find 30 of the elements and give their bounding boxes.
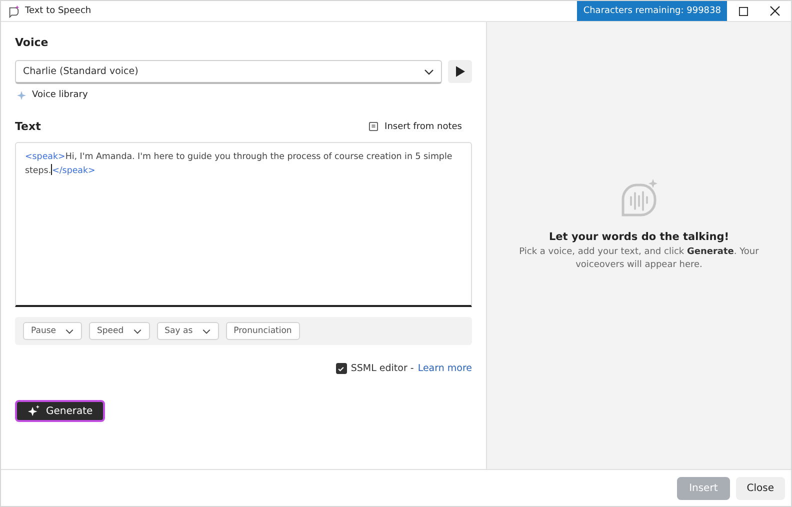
note-icon <box>368 122 378 131</box>
ssml-editor-label: SSML editor - <box>350 363 414 374</box>
voice-label: Voice <box>15 36 50 49</box>
chevron-down-icon <box>424 68 434 74</box>
toolbar-button[interactable]: Say as <box>156 322 219 340</box>
text-label: Text <box>15 120 41 133</box>
empty-state-text: Pick a voice, add your text, and click Generate. Your voiceovers will appear here. <box>518 246 760 272</box>
voice-dropdown[interactable]: Charlie (Standard voice) <box>15 60 442 84</box>
voice-bubble-icon <box>619 179 659 219</box>
generate-button[interactable]: Generate <box>15 400 105 422</box>
sparkle-icon <box>17 90 26 100</box>
characters-remaining-badge: Characters remaining: 999838 <box>577 1 727 21</box>
text-editor[interactable]: <speak>Hi, I'm Amanda. I'm here to guide you through the process of course creation in 5 simple steps.</speak> <box>15 142 472 307</box>
ssml-checkbox[interactable] <box>336 363 347 374</box>
voice-library-link[interactable]: Voice library <box>32 90 88 100</box>
window-title: Text to Speech <box>25 6 92 16</box>
toolbar-button[interactable]: Pause <box>23 322 82 340</box>
empty-state-title: Let your words do the talking! <box>548 231 730 243</box>
check-icon <box>337 364 346 372</box>
sparkle-icon <box>27 404 40 418</box>
close-icon <box>770 6 780 16</box>
maximize-icon <box>738 6 748 16</box>
footer-button[interactable]: Close <box>736 476 785 500</box>
insert-from-notes-link[interactable]: Insert from notes <box>384 122 462 132</box>
learn-more-link[interactable]: Learn more <box>418 363 472 374</box>
play-icon <box>456 66 464 77</box>
toolbar-button[interactable]: Speed <box>89 322 150 340</box>
play-button[interactable] <box>448 60 472 83</box>
app-icon <box>7 4 20 18</box>
toolbar-button[interactable]: Pronunciation <box>226 322 300 340</box>
